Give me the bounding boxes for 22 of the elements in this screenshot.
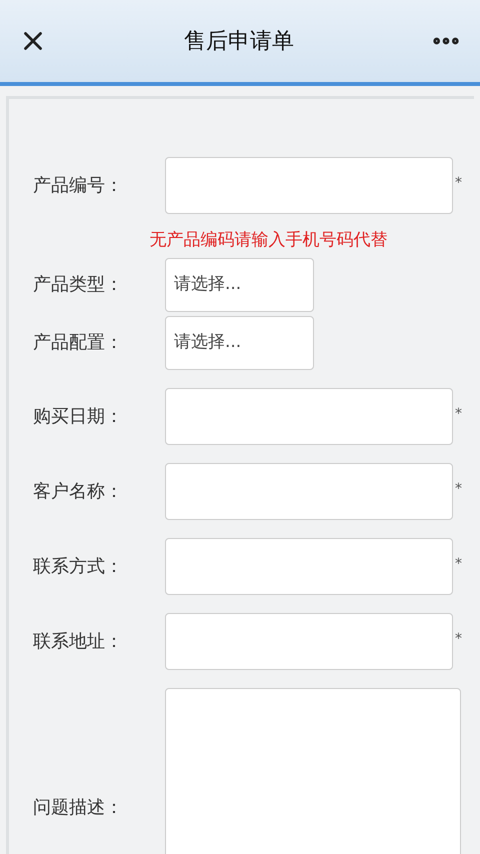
field-label: 联系地址： — [33, 630, 124, 654]
input-field[interactable] — [165, 462, 453, 520]
input-field[interactable] — [165, 612, 453, 670]
field-label: 客户名称： — [33, 480, 124, 504]
select-field[interactable]: 请选择... — [165, 316, 314, 370]
field-label: 产品编号： — [33, 174, 124, 198]
input-field[interactable] — [165, 388, 453, 444]
notice-text: 无产品编码请输入手机号码代替 — [150, 229, 388, 252]
field-label: 产品配置： — [33, 331, 124, 355]
required-mark: * — [455, 174, 462, 193]
required-mark: * — [455, 554, 462, 574]
field-label: 问题描述： — [33, 796, 124, 820]
input-field[interactable] — [165, 157, 453, 214]
input-field[interactable] — [165, 538, 453, 594]
required-mark: * — [455, 630, 462, 648]
page-title: 售后申请单 — [183, 28, 295, 56]
field-label: 产品类型： — [33, 273, 124, 297]
select-field[interactable]: 请选择... — [165, 258, 314, 312]
field-label: 购买日期： — [33, 404, 124, 428]
required-mark: * — [455, 404, 462, 424]
required-mark: * — [455, 480, 462, 498]
field-label: 联系方式： — [33, 554, 124, 578]
